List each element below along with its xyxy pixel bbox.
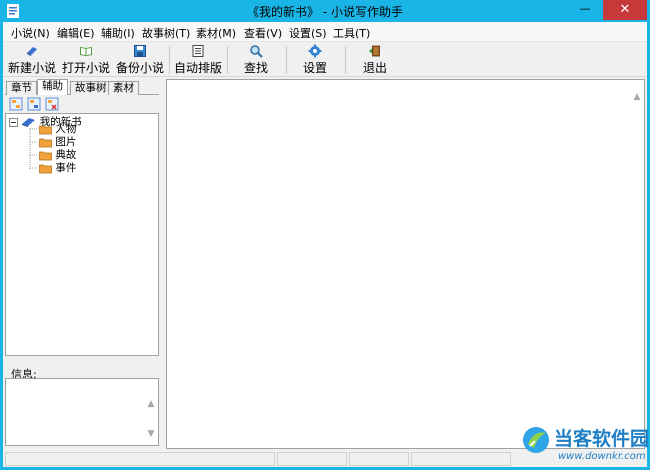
brand-name: 当客软件园 [554,428,650,450]
toolbar-separator [345,46,346,74]
tree-node-label: 图片 [55,136,77,148]
toolbar: 新建小说 打开小说 备份小说 自动排版 查找 设置 退出 [3,41,647,77]
tree-toolbar [5,95,159,113]
add-node-icon[interactable] [9,97,23,111]
toolbar-separator [227,46,228,74]
settings-label: 设置 [302,61,327,75]
menu-tools[interactable]: 工具(T) [333,25,370,41]
tab-chapters[interactable]: 章节 [6,81,37,95]
menu-edit[interactable]: 编辑(E) [57,25,95,41]
status-panel [277,452,347,466]
story-tree[interactable]: 我的新书 人物 图片 典故 事件 [5,113,159,356]
scroll-up-icon[interactable]: ▲ [146,399,156,409]
tree-node-label: 事件 [55,162,77,174]
scroll-down-icon[interactable]: ▼ [146,429,156,439]
open-novel-button[interactable]: 打开小说 [59,44,113,76]
tree-node-label: 典故 [55,149,77,161]
scroll-up-icon[interactable]: ▲ [632,92,642,102]
tab-assist[interactable]: 辅助 [37,79,68,95]
disk-icon [134,45,146,57]
brand-url: www.downkr.com [558,451,646,462]
status-panel [5,452,275,466]
folder-icon [39,125,52,134]
folder-icon [39,164,52,173]
toolbar-separator [286,46,287,74]
panel-tabs: 章节 辅助 故事树 素材 [5,79,159,95]
menu-view[interactable]: 查看(V) [244,25,282,41]
tab-story-tree[interactable]: 故事树 [70,81,112,95]
exit-button[interactable]: 退出 [355,44,395,76]
status-panel [349,452,409,466]
close-button[interactable]: ✕ [603,0,647,20]
tree-node-characters[interactable]: 人物 [39,123,76,136]
tree-node-events[interactable]: 事件 [39,162,76,175]
collapse-icon[interactable] [9,117,18,127]
toolbar-separator [169,46,170,74]
watermark: 当客软件园 www.downkr.com [520,420,650,470]
magnifier-icon [250,45,263,58]
exit-label: 退出 [362,61,387,75]
open-novel-label: 打开小说 [61,61,110,75]
info-scrollbar[interactable]: ▲ ▼ [144,379,158,445]
auto-format-button[interactable]: 自动排版 [172,44,224,76]
title-bar[interactable]: 《我的新书》 - 小说写作助手 — ✕ [0,0,650,22]
delete-node-icon[interactable] [45,97,59,111]
new-novel-button[interactable]: 新建小说 [5,44,59,76]
menu-story-tree[interactable]: 故事树(T) [142,25,190,41]
auto-format-label: 自动排版 [173,61,222,75]
menu-settings[interactable]: 设置(S) [289,25,327,41]
client-area: 小说(N) 编辑(E) 辅助(I) 故事树(T) 素材(M) 查看(V) 设置(… [3,22,647,467]
info-box[interactable]: ▲ ▼ [5,378,159,446]
folder-icon [39,151,52,160]
status-panel [411,452,511,466]
find-button[interactable]: 查找 [236,44,276,76]
left-panel: 章节 辅助 故事树 素材 我的新书 人物 图片 典故 事件 信息: ▲ ▼ [3,78,161,450]
app-window: 《我的新书》 - 小说写作助手 — ✕ 小说(N) 编辑(E) 辅助(I) 故事… [0,0,650,470]
gear-icon [308,44,322,58]
book-icon [22,118,36,127]
book-blue-icon [27,47,37,56]
editor-scrollbar[interactable]: ▲ [630,80,644,448]
settings-button[interactable]: 设置 [295,44,335,76]
backup-novel-button[interactable]: 备份小说 [113,44,167,76]
menu-assist[interactable]: 辅助(I) [101,25,135,41]
tree-node-label: 人物 [55,123,77,135]
folder-icon [39,138,52,147]
editor-area[interactable]: ▲ [166,79,645,449]
document-format-icon [192,45,204,57]
backup-novel-label: 备份小说 [115,61,164,75]
window-title: 《我的新书》 - 小说写作助手 [247,5,403,19]
add-child-node-icon[interactable] [27,97,41,111]
menu-bar: 小说(N) 编辑(E) 辅助(I) 故事树(T) 素材(M) 查看(V) 设置(… [3,22,647,41]
menu-material[interactable]: 素材(M) [196,25,236,41]
minimize-button[interactable]: — [572,0,598,20]
find-label: 查找 [243,61,268,75]
tab-material[interactable]: 素材 [108,81,139,95]
book-open-icon [80,47,92,56]
tree-node-allusions[interactable]: 典故 [39,149,76,162]
menu-novel[interactable]: 小说(N) [11,25,50,41]
brand-logo-icon [523,427,549,453]
tree-node-images[interactable]: 图片 [39,136,76,149]
exit-door-icon [369,45,380,57]
new-novel-label: 新建小说 [7,61,56,75]
